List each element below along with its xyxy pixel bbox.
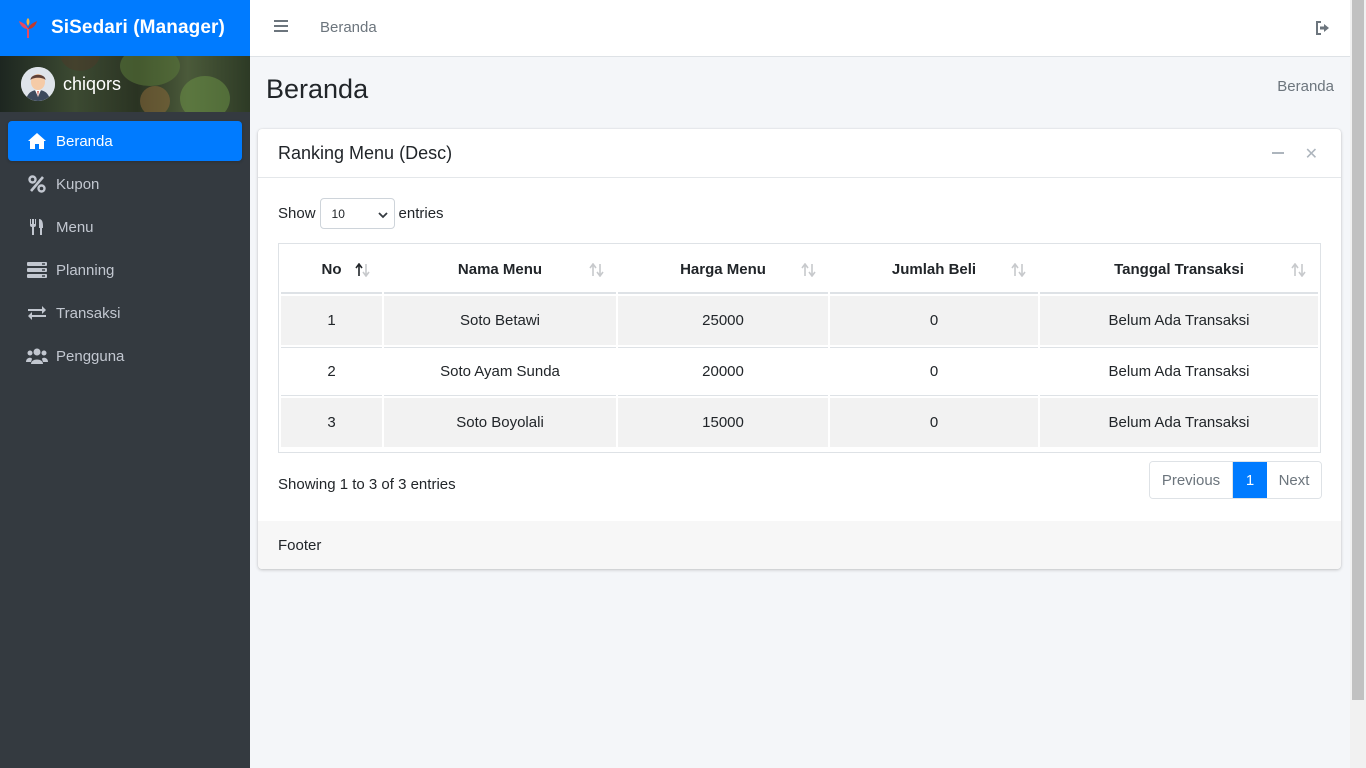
col-header-label: Harga Menu bbox=[680, 260, 766, 278]
previous-button[interactable]: Previous bbox=[1150, 462, 1233, 498]
close-icon[interactable]: ✕ bbox=[1305, 144, 1318, 164]
table-row: 3 Soto Boyolali 15000 0 Belum Ada Transa… bbox=[281, 398, 1318, 447]
tree-logo-icon bbox=[16, 16, 40, 40]
pagination: Previous 1 Next bbox=[1149, 461, 1322, 499]
entries-select[interactable]: 10 bbox=[319, 198, 395, 229]
sidebar-item-transaksi[interactable]: Transaksi bbox=[8, 293, 242, 333]
scrollbar[interactable] bbox=[1350, 0, 1366, 768]
user-name: chiqors bbox=[63, 73, 122, 94]
sort-icon bbox=[800, 262, 818, 278]
cell-tanggal-transaksi: Belum Ada Transaksi bbox=[1040, 347, 1318, 396]
brand-link[interactable]: SiSedari (Manager) bbox=[0, 0, 250, 56]
col-header-label: Jumlah Beli bbox=[891, 260, 977, 278]
entries-label: entries bbox=[398, 205, 444, 222]
col-tanggal-transaksi-header[interactable]: Tanggal Transaksi bbox=[1040, 246, 1318, 294]
cell-no: 2 bbox=[281, 347, 382, 396]
sidebar-item-pengguna[interactable]: Pengguna bbox=[8, 336, 242, 376]
table-row: 2 Soto Ayam Sunda 20000 0 Belum Ada Tran… bbox=[281, 347, 1318, 396]
sidebar-item-label: Transaksi bbox=[56, 304, 121, 322]
avatar[interactable] bbox=[21, 67, 55, 101]
table-info: Showing 1 to 3 of 3 entries bbox=[278, 476, 456, 493]
logout-icon[interactable] bbox=[1316, 21, 1330, 35]
col-harga-menu-header[interactable]: Harga Menu bbox=[618, 246, 828, 294]
sidebar-item-beranda[interactable]: Beranda bbox=[8, 121, 242, 161]
col-header-label: Tanggal Transaksi bbox=[1114, 260, 1244, 278]
page-1-button[interactable]: 1 bbox=[1233, 462, 1267, 498]
entries-select-value: 10 bbox=[331, 206, 345, 221]
cell-no: 1 bbox=[281, 296, 382, 345]
top-home-link[interactable]: Beranda bbox=[320, 19, 377, 36]
cell-harga-menu: 15000 bbox=[618, 398, 828, 447]
ranking-table: No Nama Menu Harga Menu Jumlah Beli Tang… bbox=[279, 244, 1320, 449]
brand-title: SiSedari (Manager) bbox=[51, 17, 225, 38]
sidebar-item-label: Planning bbox=[56, 261, 115, 279]
topbar: Beranda bbox=[250, 0, 1350, 57]
cell-jumlah-beli: 0 bbox=[830, 398, 1038, 447]
page-title: Beranda bbox=[266, 74, 369, 104]
entries-length: Show 10 entries bbox=[278, 198, 444, 229]
utensils-icon bbox=[26, 218, 48, 236]
col-header-label: Nama Menu bbox=[457, 260, 543, 278]
cell-harga-menu: 20000 bbox=[618, 347, 828, 396]
sidebar-item-planning[interactable]: Planning bbox=[8, 250, 242, 290]
card-header: Ranking Menu (Desc) ✕ bbox=[258, 129, 1341, 178]
users-icon bbox=[26, 347, 48, 365]
footer-text: Footer bbox=[278, 536, 322, 554]
breadcrumb[interactable]: Beranda bbox=[1277, 78, 1334, 95]
cell-jumlah-beli: 0 bbox=[830, 347, 1038, 396]
sort-icon bbox=[1290, 262, 1308, 278]
col-jumlah-beli-header[interactable]: Jumlah Beli bbox=[830, 246, 1038, 294]
sidebar-item-label: Menu bbox=[56, 218, 94, 236]
cell-nama-menu: Soto Boyolali bbox=[384, 398, 616, 447]
cell-nama-menu: Soto Betawi bbox=[384, 296, 616, 345]
show-label: Show bbox=[278, 205, 316, 222]
col-nama-menu-header[interactable]: Nama Menu bbox=[384, 246, 616, 294]
sort-icon bbox=[588, 262, 606, 278]
cell-jumlah-beli: 0 bbox=[830, 296, 1038, 345]
sidebar-item-menu[interactable]: Menu bbox=[8, 207, 242, 247]
cell-harga-menu: 25000 bbox=[618, 296, 828, 345]
sidebar-item-label: Beranda bbox=[56, 132, 113, 150]
server-icon bbox=[26, 261, 48, 279]
chevron-down-icon bbox=[377, 209, 388, 219]
cell-nama-menu: Soto Ayam Sunda bbox=[384, 347, 616, 396]
percent-icon bbox=[26, 175, 48, 193]
sidebar-item-label: Kupon bbox=[56, 175, 100, 193]
ranking-card: Ranking Menu (Desc) ✕ Show 10 entries No bbox=[258, 129, 1341, 569]
table-header-row: No Nama Menu Harga Menu Jumlah Beli Tang… bbox=[281, 246, 1318, 294]
next-button[interactable]: Next bbox=[1267, 462, 1321, 498]
sidebar-item-kupon[interactable]: Kupon bbox=[8, 164, 242, 204]
col-header-label: No bbox=[321, 260, 342, 278]
sort-asc-icon bbox=[354, 262, 372, 278]
exchange-icon bbox=[26, 304, 48, 322]
collapse-icon[interactable] bbox=[1272, 152, 1284, 154]
home-icon bbox=[26, 132, 48, 150]
hamburger-menu-icon[interactable] bbox=[274, 20, 288, 34]
ranking-table-wrapper: No Nama Menu Harga Menu Jumlah Beli Tang… bbox=[278, 243, 1321, 453]
card-footer: Footer bbox=[258, 521, 1341, 569]
cell-tanggal-transaksi: Belum Ada Transaksi bbox=[1040, 398, 1318, 447]
sidebar-nav: Beranda Kupon Menu Planning Transaksi Pe… bbox=[0, 112, 250, 388]
sort-icon bbox=[1010, 262, 1028, 278]
card-title: Ranking Menu (Desc) bbox=[278, 142, 453, 163]
cell-no: 3 bbox=[281, 398, 382, 447]
sidebar: SiSedari (Manager) chiqors Beranda Kupon… bbox=[0, 0, 250, 768]
cell-tanggal-transaksi: Belum Ada Transaksi bbox=[1040, 296, 1318, 345]
col-no-header[interactable]: No bbox=[281, 246, 382, 294]
table-row: 1 Soto Betawi 25000 0 Belum Ada Transaks… bbox=[281, 296, 1318, 345]
user-panel[interactable]: chiqors bbox=[0, 56, 250, 112]
sidebar-item-label: Pengguna bbox=[56, 347, 125, 365]
scrollbar-thumb[interactable] bbox=[1352, 0, 1364, 700]
